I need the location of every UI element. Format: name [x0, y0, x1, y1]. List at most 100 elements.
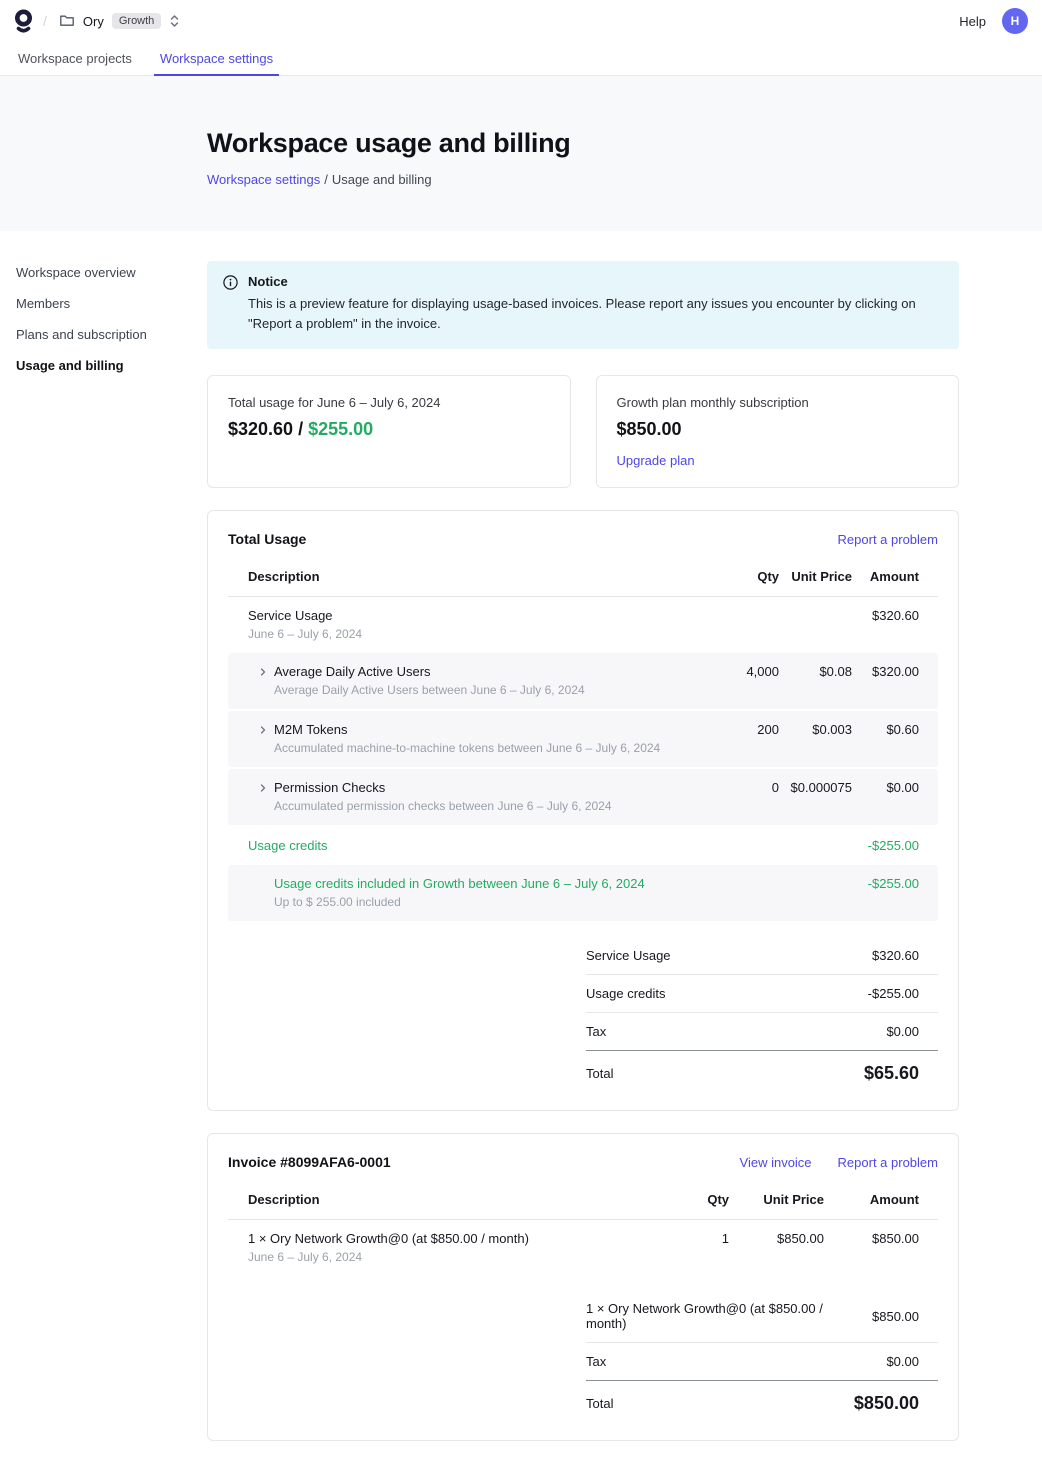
usage-amount-separator: /	[293, 419, 308, 439]
row-amount: $320.00	[852, 653, 938, 711]
summary-value: $0.00	[886, 1024, 919, 1039]
plan-badge: Growth	[112, 13, 161, 29]
row-description: Service Usage	[248, 608, 362, 623]
row-subtitle: Accumulated machine-to-machine tokens be…	[274, 741, 660, 755]
total-usage-panel-title: Total Usage	[228, 531, 306, 547]
summary-total-row: Total$850.00	[586, 1381, 938, 1416]
breadcrumb-link-workspace-settings[interactable]: Workspace settings	[207, 172, 320, 187]
invoice-report-problem-link[interactable]: Report a problem	[838, 1155, 938, 1170]
row-description: Usage credits	[248, 838, 327, 853]
row-subtitle: June 6 – July 6, 2024	[248, 1250, 529, 1264]
table-row: Usage credits included in Growth between…	[228, 865, 938, 923]
row-description: M2M Tokens	[274, 722, 660, 737]
usage-amount: $320.60	[228, 419, 293, 439]
summary-cards: Total usage for June 6 – July 6, 2024 $3…	[207, 375, 959, 488]
sidebar-item-members[interactable]: Members	[16, 290, 207, 317]
row-unit-price: $0.003	[779, 711, 852, 769]
summary-value: $850.00	[872, 1309, 919, 1324]
expand-chevron-icon[interactable]	[257, 722, 274, 755]
usage-summary: Service Usage$320.60Usage credits-$255.0…	[586, 937, 938, 1086]
notice-text: Notice This is a preview feature for dis…	[248, 274, 943, 334]
column-header-unit-price: Unit Price	[729, 1184, 824, 1220]
invoice-panel: Invoice #8099AFA6-0001 View invoice Repo…	[207, 1133, 959, 1441]
expand-chevron-icon[interactable]	[257, 780, 274, 813]
total-usage-card-amount: $320.60 / $255.00	[228, 419, 550, 440]
breadcrumb-current: Usage and billing	[332, 172, 432, 187]
subscription-card-label: Growth plan monthly subscription	[617, 395, 939, 410]
tab-workspace-projects[interactable]: Workspace projects	[12, 42, 138, 76]
summary-row: Tax $0.00	[586, 1013, 938, 1051]
total-label: Total	[586, 1396, 613, 1411]
column-header-unit-price: Unit Price	[779, 561, 852, 597]
row-description: Permission Checks	[274, 780, 612, 795]
row-qty	[704, 597, 779, 653]
workspace-switcher[interactable]: Ory Growth	[57, 8, 182, 35]
usage-table-header-row: Description Qty Unit Price Amount	[228, 561, 938, 597]
row-subtitle: Accumulated permission checks between Ju…	[274, 799, 612, 813]
row-qty: 200	[704, 711, 779, 769]
row-qty: 4,000	[704, 653, 779, 711]
selector-chevrons-icon	[169, 13, 180, 29]
row-qty	[704, 827, 779, 865]
tab-workspace-settings[interactable]: Workspace settings	[154, 42, 279, 76]
summary-value: $0.00	[886, 1354, 919, 1369]
main-content: Notice This is a preview feature for dis…	[207, 231, 959, 1441]
column-header-qty: Qty	[704, 561, 779, 597]
column-header-qty: Qty	[649, 1184, 729, 1220]
column-header-amount: Amount	[852, 561, 938, 597]
row-amount: $0.00	[852, 769, 938, 827]
help-link[interactable]: Help	[959, 14, 986, 29]
expand-chevron-icon	[257, 876, 274, 909]
summary-label: Service Usage	[586, 948, 671, 963]
subscription-card-amount: $850.00	[617, 419, 939, 440]
usage-credits-amount: $255.00	[308, 419, 373, 439]
table-row: Usage credits -$255.00	[228, 827, 938, 865]
sidebar-item-plans-and-subscription[interactable]: Plans and subscription	[16, 321, 207, 348]
folder-icon	[59, 12, 75, 31]
sidebar-item-usage-and-billing[interactable]: Usage and billing	[16, 352, 207, 379]
row-subtitle: Up to $ 255.00 included	[274, 895, 645, 909]
summary-row: Tax$0.00	[586, 1343, 938, 1381]
expand-chevron-icon[interactable]	[257, 664, 274, 697]
topbar-left: / Ory Growth	[14, 8, 182, 35]
notice-body: This is a preview feature for displaying…	[248, 294, 943, 334]
summary-label: Usage credits	[586, 986, 665, 1001]
total-value: $65.60	[864, 1063, 919, 1084]
page-header: Workspace usage and billing Workspace se…	[0, 76, 1042, 231]
column-header-amount: Amount	[824, 1184, 938, 1220]
column-header-description: Description	[228, 561, 704, 597]
invoice-summary: 1 × Ory Network Growth@0 (at $850.00 / m…	[586, 1290, 938, 1416]
settings-sidebar: Workspace overview Members Plans and sub…	[16, 231, 207, 1441]
topbar: / Ory Growth Help H	[0, 0, 1042, 42]
table-row: Average Daily Active UsersAverage Daily …	[228, 653, 938, 711]
summary-row: Usage credits-$255.00	[586, 975, 938, 1013]
row-amount: -$255.00	[852, 865, 938, 923]
upgrade-plan-link[interactable]: Upgrade plan	[617, 453, 695, 468]
notice-title: Notice	[248, 274, 943, 289]
row-unit-price	[779, 865, 852, 923]
total-usage-card: Total usage for June 6 – July 6, 2024 $3…	[207, 375, 571, 488]
content: Workspace overview Members Plans and sub…	[0, 231, 1042, 1457]
user-avatar[interactable]: H	[1002, 8, 1028, 34]
invoice-table: Description Qty Unit Price Amount 1 × Or…	[228, 1184, 938, 1276]
ory-logo-icon[interactable]	[14, 9, 33, 34]
usage-table: Description Qty Unit Price Amount Servic…	[228, 561, 938, 923]
row-description: Usage credits included in Growth between…	[274, 876, 645, 891]
row-amount: -$255.00	[852, 827, 938, 865]
notice-banner: Notice This is a preview feature for dis…	[207, 261, 959, 349]
view-invoice-link[interactable]: View invoice	[740, 1155, 812, 1170]
row-unit-price	[779, 597, 852, 653]
row-amount: $320.60	[852, 597, 938, 653]
row-description: Average Daily Active Users	[274, 664, 585, 679]
summary-label: Tax	[586, 1024, 606, 1039]
invoice-panel-header: Invoice #8099AFA6-0001 View invoice Repo…	[228, 1154, 938, 1170]
sidebar-item-workspace-overview[interactable]: Workspace overview	[16, 259, 207, 286]
row-qty	[704, 865, 779, 923]
subscription-card: Growth plan monthly subscription $850.00…	[596, 375, 960, 488]
breadcrumb: Workspace settings/Usage and billing	[207, 172, 1026, 187]
report-problem-link[interactable]: Report a problem	[838, 532, 938, 547]
row-unit-price	[779, 827, 852, 865]
row-description: 1 × Ory Network Growth@0 (at $850.00 / m…	[248, 1231, 529, 1246]
row-unit-price: $850.00	[729, 1220, 824, 1276]
total-usage-panel-header: Total Usage Report a problem	[228, 531, 938, 547]
